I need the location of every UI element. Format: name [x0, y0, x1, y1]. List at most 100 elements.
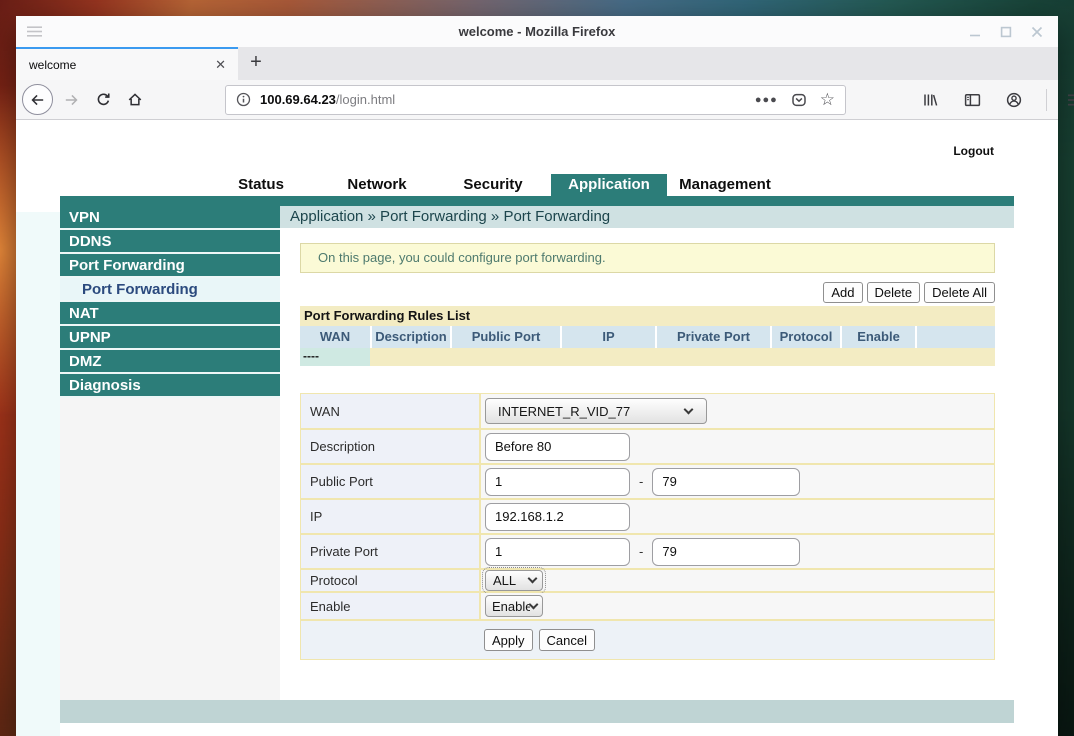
site-info-icon[interactable] [236, 92, 251, 107]
new-tab-button[interactable]: + [238, 47, 274, 80]
range-separator: - [639, 474, 643, 489]
enable-label: Enable [301, 593, 481, 619]
bookmark-star-icon[interactable]: ☆ [820, 91, 835, 108]
form-row-protocol: Protocol ALL [301, 568, 994, 591]
window-title: welcome - Mozilla Firefox [16, 24, 1058, 39]
wan-label: WAN [301, 394, 481, 428]
chevron-down-icon [684, 404, 694, 414]
tab-network[interactable]: Network [319, 174, 435, 196]
close-icon[interactable] [1031, 26, 1043, 38]
col-private-port: Private Port [655, 326, 770, 348]
protocol-label: Protocol [301, 570, 481, 591]
sidebar-item-dmz[interactable]: DMZ [60, 350, 280, 374]
navigation-toolbar: 100.69.64.23/login.html ●●● ☆ [16, 80, 1058, 120]
menu-icon[interactable] [1061, 86, 1074, 114]
page-actions-icon[interactable]: ●●● [755, 94, 778, 106]
maximize-icon[interactable] [1000, 26, 1012, 38]
port-forwarding-form: WAN INTERNET_R_VID_77 Description [300, 393, 995, 660]
enable-select[interactable]: Enable [485, 595, 543, 617]
description-field[interactable] [485, 433, 630, 461]
teal-divider-bar [60, 196, 1014, 206]
top-nav-tabs: Status Network Security Application Mana… [203, 174, 1014, 196]
row-empty-cells [370, 348, 995, 366]
public-port-from-field[interactable] [485, 468, 630, 496]
sidebar-filler [60, 398, 280, 700]
logout-link[interactable]: Logout [953, 144, 994, 158]
public-port-label: Public Port [301, 465, 481, 498]
router-admin-page: Logout Status Network Security Applicati… [60, 120, 1014, 723]
main-content: Application » Port Forwarding » Port For… [280, 206, 1014, 700]
tab-status[interactable]: Status [203, 174, 319, 196]
sidebar-item-port-forwarding[interactable]: Port Forwarding [60, 254, 280, 278]
description-label: Description [301, 430, 481, 463]
sidebar-item-upnp[interactable]: UPNP [60, 326, 280, 350]
private-port-to-field[interactable] [652, 538, 800, 566]
col-description: Description [370, 326, 450, 348]
pocket-icon[interactable] [791, 92, 807, 108]
delete-button[interactable]: Delete [867, 282, 921, 303]
delete-all-button[interactable]: Delete All [924, 282, 995, 303]
ip-field[interactable] [485, 503, 630, 531]
rules-table-header: WAN Description Public Port IP Private P… [300, 326, 995, 348]
col-wan: WAN [300, 326, 370, 348]
back-button[interactable] [22, 84, 53, 115]
minimize-icon[interactable] [969, 26, 981, 38]
apply-button[interactable]: Apply [484, 629, 533, 651]
cancel-button[interactable]: Cancel [539, 629, 595, 651]
sidebar-item-vpn[interactable]: VPN [60, 206, 280, 230]
col-enable: Enable [840, 326, 915, 348]
col-protocol: Protocol [770, 326, 840, 348]
chevron-down-icon [528, 574, 538, 584]
col-public-port: Public Port [450, 326, 560, 348]
tab-security[interactable]: Security [435, 174, 551, 196]
url-host: 100.69.64.23 [260, 92, 336, 107]
window-titlebar: welcome - Mozilla Firefox [16, 16, 1058, 47]
tab-welcome[interactable]: welcome ✕ [16, 47, 238, 80]
protocol-select-value: ALL [493, 573, 516, 588]
public-port-to-field[interactable] [652, 468, 800, 496]
home-icon[interactable] [121, 86, 149, 114]
firefox-window: welcome - Mozilla Firefox welcome ✕ + [16, 16, 1058, 736]
sidebar-item-ddns[interactable]: DDNS [60, 230, 280, 254]
info-message: On this page, you could configure port f… [300, 243, 995, 273]
col-empty [915, 326, 995, 348]
tab-management[interactable]: Management [667, 174, 783, 196]
reload-icon[interactable] [89, 86, 117, 114]
tab-application[interactable]: Application [551, 174, 667, 196]
protocol-select[interactable]: ALL [485, 570, 543, 591]
private-port-from-field[interactable] [485, 538, 630, 566]
rules-table: Port Forwarding Rules List WAN Descripti… [300, 306, 995, 366]
titlebar-menu-icon[interactable] [27, 26, 42, 37]
form-row-description: Description [301, 428, 994, 463]
sidebar-item-nat[interactable]: NAT [60, 302, 280, 326]
form-row-private-port: Private Port - [301, 533, 994, 568]
tab-close-icon[interactable]: ✕ [213, 57, 228, 73]
private-port-label: Private Port [301, 535, 481, 568]
rules-table-title: Port Forwarding Rules List [300, 306, 995, 326]
ip-label: IP [301, 500, 481, 533]
wan-select-value: INTERNET_R_VID_77 [498, 404, 630, 419]
url-bar[interactable]: 100.69.64.23/login.html ●●● ☆ [225, 85, 846, 115]
sidebar-item-diagnosis[interactable]: Diagnosis [60, 374, 280, 398]
table-row[interactable]: ---- [300, 348, 995, 366]
url-text: 100.69.64.23/login.html [260, 92, 395, 107]
enable-select-value: Enable [492, 599, 530, 614]
library-icon[interactable] [916, 86, 944, 114]
toolbar-separator [1046, 89, 1047, 111]
sidebar-subitem-port-forwarding[interactable]: Port Forwarding [60, 278, 280, 302]
account-icon[interactable] [1000, 86, 1028, 114]
form-footer: Apply Cancel [301, 619, 994, 659]
form-row-public-port: Public Port - [301, 463, 994, 498]
tab-bar: welcome ✕ + [16, 47, 1058, 80]
form-row-wan: WAN INTERNET_R_VID_77 [301, 394, 994, 428]
forward-button[interactable] [57, 86, 85, 114]
range-separator: - [639, 544, 643, 559]
sidebars-icon[interactable] [958, 86, 986, 114]
add-button[interactable]: Add [823, 282, 862, 303]
form-row-enable: Enable Enable [301, 591, 994, 619]
wan-select[interactable]: INTERNET_R_VID_77 [485, 398, 707, 424]
page-left-margin [16, 212, 60, 736]
rule-actions: Add Delete Delete All [300, 282, 995, 303]
tab-title: welcome [29, 58, 213, 72]
breadcrumb: Application » Port Forwarding » Port For… [280, 206, 1014, 228]
